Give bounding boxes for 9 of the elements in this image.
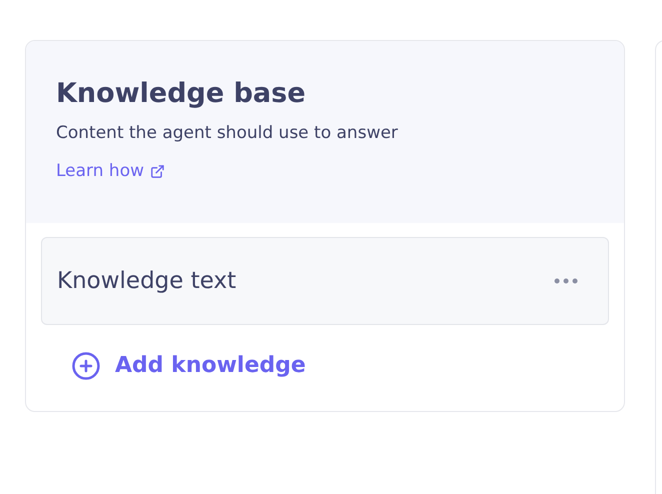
knowledge-item[interactable]: Knowledge text (41, 237, 609, 325)
knowledge-item-label: Knowledge text (57, 266, 236, 296)
learn-how-link[interactable]: Learn how (56, 159, 165, 183)
plus-circle-icon (71, 350, 101, 380)
more-options-icon[interactable] (554, 278, 578, 284)
card-subtitle: Content the agent should use to answer (56, 122, 399, 145)
card-title: Knowledge base (56, 77, 306, 111)
add-knowledge-button[interactable]: Add knowledge (56, 339, 321, 392)
external-link-icon (150, 164, 165, 178)
